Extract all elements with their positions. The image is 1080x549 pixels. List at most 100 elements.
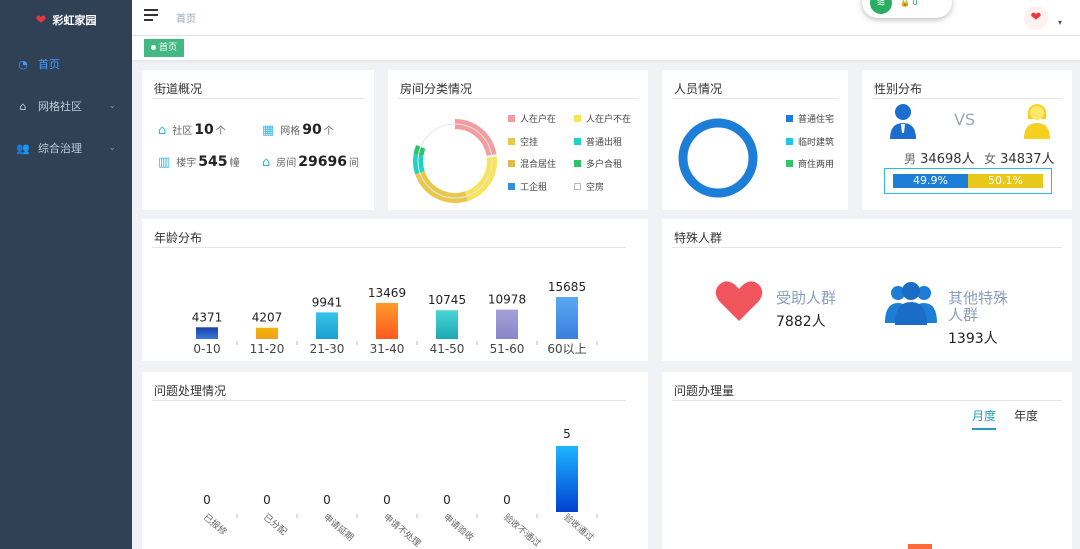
legend-label: 人在户在 [520,115,557,125]
sidebar-item-grid-community[interactable]: ⌂ 网格社区 ⌄ [0,85,132,127]
tag-home[interactable]: 首页 [144,39,185,57]
room-donut-chart [413,119,497,203]
age-bar[interactable] [316,312,338,339]
tags-view: 首页 [132,36,1080,60]
age-category-label: 41-50 [430,342,465,356]
issue-volume-card: 问题办理量 月度 年度 [662,372,1072,549]
legend-item: 人在户不在 [574,112,631,125]
age-bar-value: 4371 [192,310,223,324]
chevron-down-icon: ⌄ [108,101,116,111]
stat-value: 29696 [298,154,347,170]
building-icon: ▥ [158,155,171,170]
age-bar[interactable] [256,327,278,339]
slice-shared-rental [413,119,497,203]
stat-unit: 个 [323,126,334,137]
gender-ratio-frame: 49.9% 50.1% [884,168,1052,194]
issue-category-label: 申请延期 [321,511,356,543]
legend-label: 普通出租 [586,138,623,148]
avatar[interactable]: ❤ [1024,6,1048,30]
network-count-value: 0 [912,0,918,7]
sidebar-item-label: 首页 [38,58,60,71]
stat-label: 房间 [276,158,297,169]
female-ratio-segment: 50.1% [968,174,1043,188]
age-distribution-card: 年龄分布 4371 0-10 4207 11-20 9941 21-30 13469 31-4… [142,219,648,361]
issue-category-label: 已分配 [261,512,289,538]
issue-bar-chart: 0已报修0已分配0申请延期0申请不处理0申请验收0验收不通过5验收通过 [201,427,598,549]
sidebar: ❤ 彩虹家园 ◔ 首页 ⌂ 网格社区 ⌄ 👥 综合治理 ⌄ [0,0,132,549]
male-value: 34698人 [920,152,975,167]
issue-processing-card: 问题处理情况 0 已报修 0 已分配 0 申请延期 0 申请不处理 0 申请验收 0 验收不通过 5 验收… [142,372,648,549]
slice-regular-rental [413,119,497,203]
issue-bar-value: 0 [503,493,511,507]
age-category-label: 11-20 [250,342,285,356]
legend-label: 商住两用 [798,160,835,170]
legend-label: 普通住宅 [798,115,835,125]
legend-item: 空挂 [508,135,538,148]
age-category-label: 31-40 [370,342,405,356]
age-bar[interactable] [556,297,578,339]
age-category-label: 60以上 [547,342,586,356]
people-card: 人员情况 普通住宅 临时建筑 商住两用 [662,70,848,210]
age-bar[interactable] [376,302,398,339]
home-icon: ⌂ [158,123,167,138]
age-bar[interactable] [196,327,218,339]
divider [672,400,1062,401]
issue-bar-value: 0 [203,493,211,507]
female-pct: 50.1% [988,174,1023,187]
menu-toggle-icon[interactable] [144,9,158,23]
card-title: 房间分类情况 [400,82,473,96]
age-bar-value: 10978 [488,293,526,307]
age-bar[interactable] [436,310,458,339]
issue-bar[interactable] [556,446,578,512]
age-bar-value: 10745 [428,293,466,307]
issue-category-label: 验收通过 [561,511,596,543]
legend-item: 普通住宅 [786,112,834,125]
legend-label: 空房 [586,183,605,193]
legend-item: 商住两用 [786,157,834,170]
divider [672,98,838,99]
street-overview-card: 街道概况 ⌂ 社区 10 个 ▦ 网格 90 个 ▥ 楼宇 545 幢 ⌂ 房间… [142,70,374,210]
male-count: 男 34698人 [904,148,975,167]
card-title: 人员情况 [674,82,723,96]
sidebar-item-home[interactable]: ◔ 首页 [0,43,132,85]
aid-group-label: 受助人群 [776,289,837,307]
gender-card: 性别分布 VS 男 34698人 女 34837人 49.9% 50.1% [862,70,1072,210]
legend-item: 多户合租 [574,157,622,170]
stat-label: 社区 [172,126,193,137]
legend-item: 临时建筑 [786,135,834,148]
logo[interactable]: ❤ 彩虹家园 [0,0,132,40]
female-label: 女 [984,152,997,166]
card-title: 特殊人群 [674,231,723,245]
age-bar[interactable] [496,309,518,339]
network-count: 🔒 0 [900,0,918,7]
age-bar-chart: 4371 0-10 4207 11-20 9941 21-30 13469 31-40 1074… [192,280,598,356]
wifi-icon: ≋ [870,0,892,14]
divider [872,98,1062,99]
card-title: 街道概况 [154,82,203,96]
vs-label: VS [954,110,976,129]
other-group-label-line2: 人群 [948,306,979,324]
breadcrumb[interactable]: 首页 [176,10,196,25]
legend-label: 工企租 [520,183,548,193]
heart-icon [715,281,763,321]
issue-category-label: 已报修 [201,511,229,538]
legend-item: 人在户在 [508,112,556,125]
legend-label: 空挂 [520,138,539,148]
tab-monthly[interactable]: 月度 [972,407,997,430]
stat-unit: 个 [215,126,226,137]
network-status[interactable]: ≋ 🔒 0 [862,0,952,18]
stat-label: 楼宇 [176,158,197,169]
stat-building: ▥ 楼宇 545 幢 [158,154,240,170]
male-icon [890,104,916,139]
sidebar-item-governance[interactable]: 👥 综合治理 ⌄ [0,127,132,169]
tab-yearly[interactable]: 年度 [1014,407,1038,424]
legend-item: 混合居住 [508,157,556,170]
stat-room: ⌂ 房间 29696 间 [262,154,359,170]
caret-down-icon[interactable]: ▾ [1058,18,1062,27]
stat-community: ⌂ 社区 10 个 [158,122,226,138]
age-bar-value: 15685 [548,280,586,294]
group-users-icon [885,282,937,325]
slice-vacant-listed [413,119,497,203]
special-groups-card: 特殊人群 受助人群 7882人 其他特殊 人群 1393人 [662,219,1072,361]
issue-category-label: 申请验收 [441,511,476,543]
